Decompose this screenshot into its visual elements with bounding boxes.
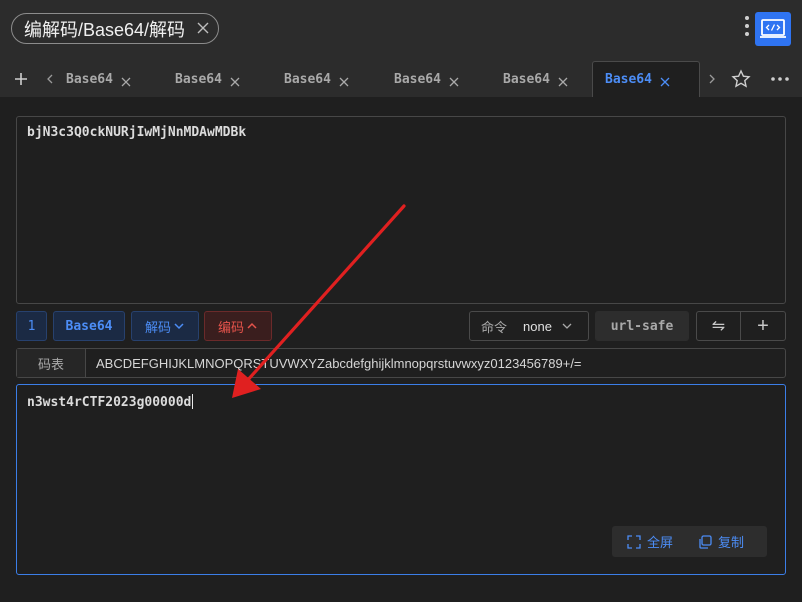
tab-base64-4[interactable]: Base64 [382,62,490,97]
tab-base64-2[interactable]: Base64 [163,62,271,97]
code-table-row: 码表 ABCDEFGHIJKLMNOPQRSTUVWXYZabcdefghijk… [16,348,786,378]
tab-label: Base64 [175,72,222,87]
swap-icon: ⇋ [711,318,726,335]
copy-icon [698,534,718,549]
code-table-label: 码表 [17,349,86,377]
close-icon[interactable] [230,75,240,86]
input-textarea[interactable]: bjN3c3Q0ckNURjIwMjNnMDAwMDBk [16,116,786,304]
tab-label: Base64 [394,72,441,87]
chevron-up-icon [246,321,258,331]
input-text: bjN3c3Q0ckNURjIwMjNnMDAwMDBk [27,125,247,140]
swap-button[interactable]: ⇋ [696,311,741,341]
fullscreen-icon [627,534,647,549]
tab-base64-1[interactable]: Base64 [54,62,162,97]
tab-bar: Base64 Base64 Base64 Base64 Base64 Base6… [0,60,802,97]
encoding-button[interactable]: Base64 [53,311,125,341]
command-select[interactable]: 命令 none [469,311,589,341]
chevron-right-icon[interactable] [704,60,720,97]
close-icon[interactable] [121,75,131,86]
close-icon[interactable] [449,75,459,86]
command-label: 命令 [481,319,508,335]
command-value: none [523,318,552,334]
text-caret [192,394,194,409]
url-safe-toggle[interactable]: url-safe [595,311,689,341]
fullscreen-button[interactable]: 全屏 [627,532,673,551]
output-textarea[interactable]: n3wst4rCTF2023g00000d 全屏 复制 [16,384,786,575]
chevron-down-icon [173,321,185,331]
encode-button[interactable]: 编码 [204,311,272,341]
output-actions: 全屏 复制 [612,526,767,557]
tab-label: Base64 [284,72,331,87]
decode-button[interactable]: 解码 [131,311,199,341]
output-text: n3wst4rCTF2023g00000d [27,395,192,410]
action-toolbar: 1 Base64 解码 编码 命令 none url-safe ⇋ + [16,311,786,341]
tab-label: Base64 [66,72,113,87]
copy-button[interactable]: 复制 [698,532,744,551]
plus-icon: + [757,314,769,337]
close-icon[interactable] [339,75,349,86]
tab-base64-5[interactable]: Base64 [491,62,599,97]
tab-base64-3[interactable]: Base64 [272,62,380,97]
tab-base64-6-active[interactable]: Base64 [592,61,700,97]
title-bar: 编解码/Base64/解码 [0,0,802,60]
plus-icon[interactable] [10,60,32,97]
close-icon[interactable] [195,20,211,36]
close-icon[interactable] [660,75,670,86]
close-icon[interactable] [558,75,568,86]
tab-label: Base64 [605,72,652,87]
code-table-input[interactable]: ABCDEFGHIJKLMNOPQRSTUVWXYZabcdefghijklmn… [86,349,785,377]
chevron-down-icon [561,321,573,331]
window-title: 编解码/Base64/解码 [24,19,186,40]
more-icon[interactable] [768,60,792,97]
kebab-menu-icon[interactable] [742,16,752,42]
star-icon[interactable] [729,60,753,97]
code-icon[interactable] [755,12,791,46]
line-count-badge: 1 [16,311,47,341]
tab-label: Base64 [503,72,550,87]
main-panel: bjN3c3Q0ckNURjIwMjNnMDAwMDBk 1 Base64 解码… [0,97,802,602]
add-button[interactable]: + [740,311,786,341]
path-chip[interactable]: 编解码/Base64/解码 [11,13,219,44]
